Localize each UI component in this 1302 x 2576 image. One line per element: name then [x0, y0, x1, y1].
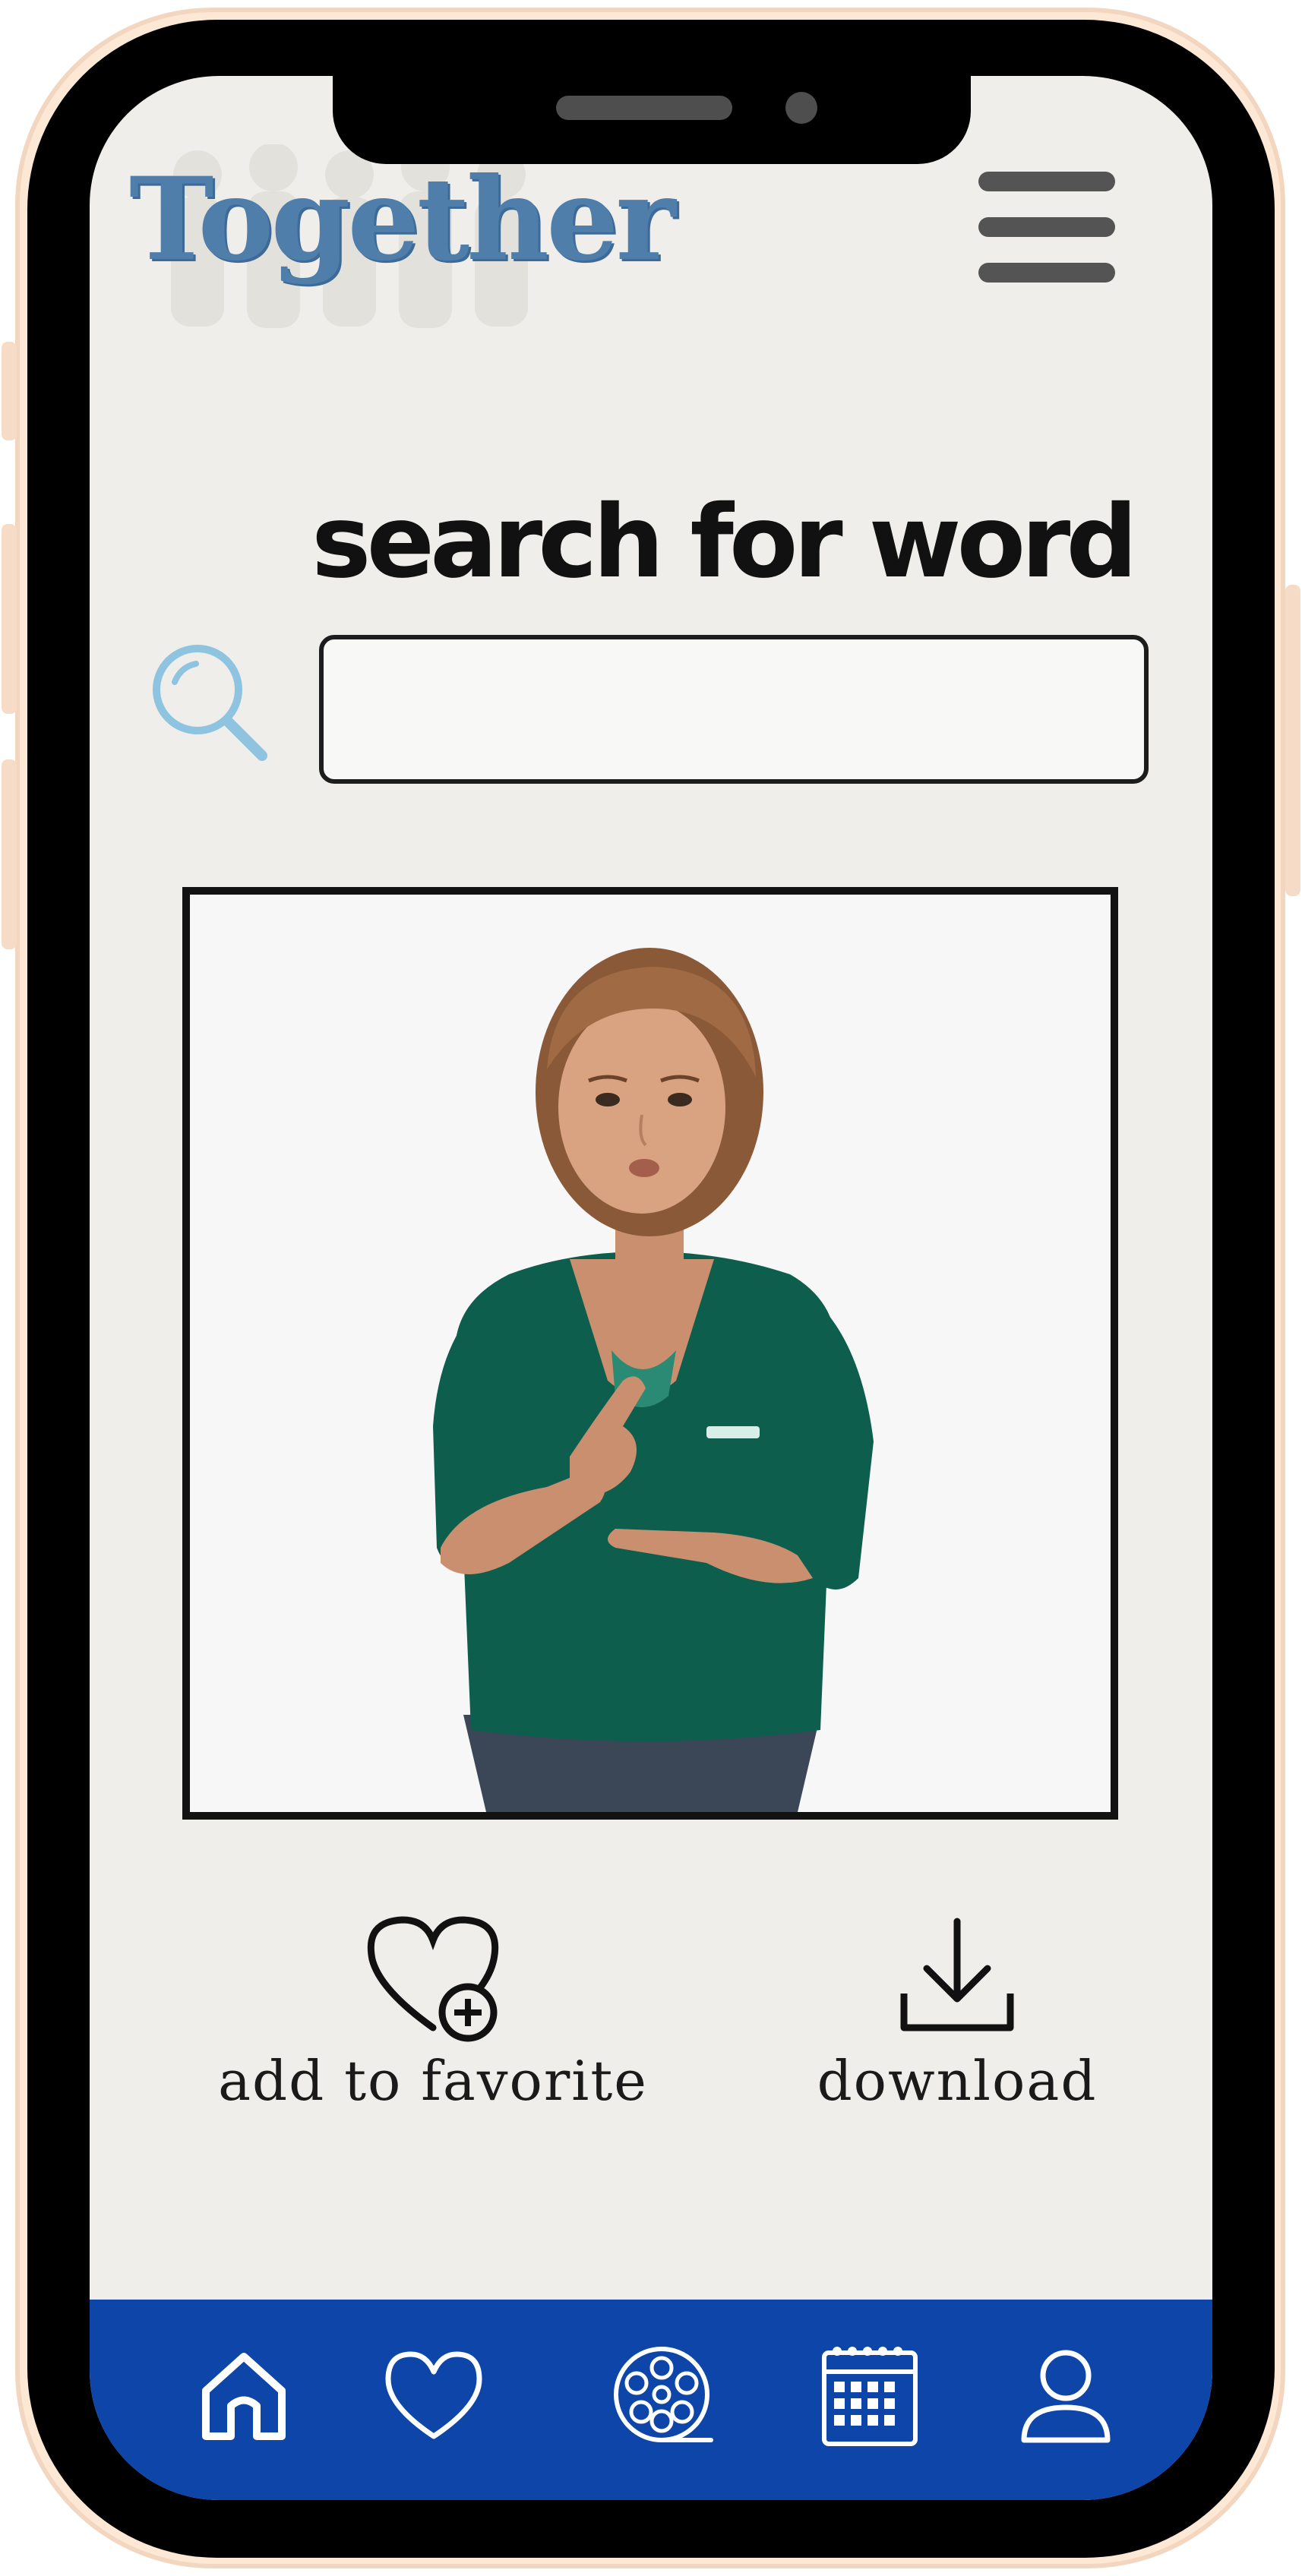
search-label: search for word: [311, 484, 1138, 601]
speaker: [556, 96, 732, 120]
side-button: [2, 524, 17, 714]
film-reel-icon[interactable]: [605, 2338, 719, 2451]
side-button: [2, 759, 17, 949]
sign-language-avatar: [190, 895, 1111, 1812]
heart-plus-icon: [367, 1916, 499, 2042]
notch: [333, 76, 971, 164]
add-to-favorite-label: add to favorite: [218, 2049, 648, 2113]
front-camera: [785, 92, 817, 124]
side-button: [1285, 585, 1300, 896]
home-icon[interactable]: [187, 2338, 301, 2451]
add-to-favorite-button[interactable]: add to favorite: [205, 1906, 661, 2113]
download-button[interactable]: download: [782, 1914, 1132, 2113]
user-icon[interactable]: [1009, 2338, 1123, 2451]
calendar-icon[interactable]: [813, 2338, 927, 2451]
sign-video-player[interactable]: [182, 887, 1118, 1820]
app-logo[interactable]: Together: [129, 144, 676, 342]
side-button: [2, 342, 17, 440]
download-icon: [900, 1918, 1014, 2031]
search-input[interactable]: [319, 635, 1149, 784]
hamburger-menu-icon[interactable]: [972, 172, 1121, 286]
heart-icon[interactable]: [377, 2338, 491, 2451]
download-label: download: [817, 2049, 1098, 2113]
logo-text: Together: [129, 153, 676, 286]
search-icon[interactable]: [144, 638, 273, 767]
